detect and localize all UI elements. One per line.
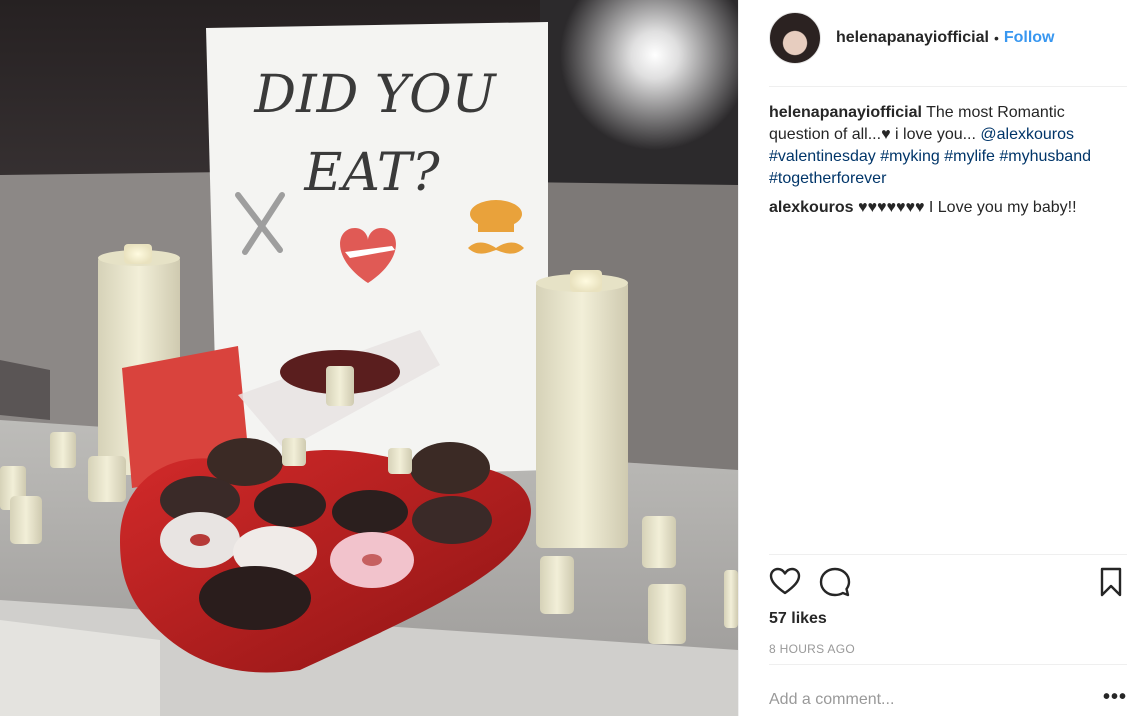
separator-dot: • [993, 30, 999, 46]
heart-outline-icon[interactable] [769, 566, 801, 598]
header-username[interactable]: helenapanayiofficial [836, 29, 989, 47]
add-comment-row: ••• [769, 687, 1127, 712]
likes-count[interactable]: 57 likes [769, 610, 827, 628]
post-photo-illustration: DID YOU EAT? [0, 0, 738, 716]
hashtag-link[interactable]: #valentinesday [769, 148, 876, 165]
follow-button[interactable]: Follow [1004, 29, 1055, 47]
post-timestamp[interactable]: 8 HOURS AGO [769, 642, 855, 656]
header-divider [769, 86, 1127, 87]
post-sidebar: helenapanayiofficial • Follow helenapana… [738, 0, 1147, 716]
post-header: helenapanayiofficial • Follow [769, 12, 1127, 64]
actions-divider [769, 554, 1127, 555]
hashtag-link[interactable]: #myking [880, 148, 940, 165]
sign-line-1: DID YOU [253, 65, 497, 125]
caption-mention[interactable]: @alexkouros [980, 126, 1074, 143]
comment-username[interactable]: alexkouros [769, 199, 853, 216]
caption: helenapanayiofficial The most Romantic q… [769, 102, 1129, 190]
avatar[interactable] [769, 12, 821, 64]
comment-text: ♥♥♥♥♥♥♥ I Love you my baby!! [857, 199, 1077, 216]
action-bar [769, 566, 1127, 600]
sign-line-2: EAT? [303, 143, 440, 203]
hashtag-link[interactable]: #myhusband [999, 148, 1091, 165]
comment-box-divider [769, 664, 1127, 665]
comment-item: alexkouros ♥♥♥♥♥♥♥ I Love you my baby!! [769, 197, 1129, 219]
add-comment-input[interactable] [769, 691, 1089, 709]
more-options-icon[interactable]: ••• [1103, 687, 1127, 707]
bookmark-icon[interactable] [1095, 566, 1127, 598]
caption-username[interactable]: helenapanayiofficial [769, 104, 922, 121]
hashtag-link[interactable]: #mylife [944, 148, 995, 165]
post-image[interactable]: DID YOU EAT? [0, 0, 738, 716]
speech-bubble-icon[interactable] [819, 566, 851, 598]
hashtag-link[interactable]: #togetherforever [769, 170, 886, 187]
comments-section: helenapanayiofficial The most Romantic q… [769, 102, 1129, 226]
